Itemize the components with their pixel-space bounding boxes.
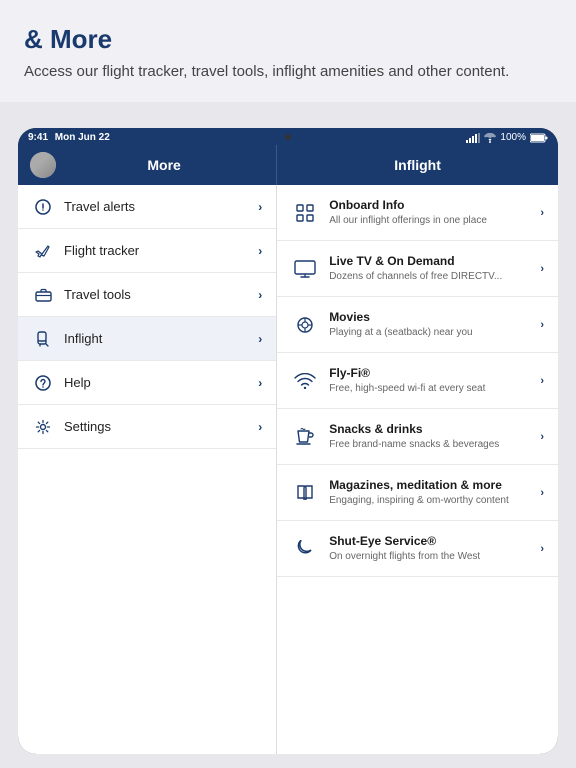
inflight-title-live-tv: Live TV & On Demand xyxy=(329,254,534,270)
right-header: Inflight xyxy=(277,145,558,185)
plane-icon xyxy=(32,240,54,262)
inflight-text-magazines: Magazines, meditation & more Engaging, i… xyxy=(329,478,534,508)
top-area: & More Access our flight tracker, travel… xyxy=(0,0,576,102)
chevron-right-icon: › xyxy=(258,244,262,258)
sidebar-label-travel-tools: Travel tools xyxy=(64,287,258,302)
sidebar-item-help[interactable]: Help › xyxy=(18,361,276,405)
inflight-title-movies: Movies xyxy=(329,310,534,326)
inflight-text-movies: Movies Playing at a (seatback) near you xyxy=(329,310,534,340)
left-header: More xyxy=(18,145,277,185)
chevron-right-icon: › xyxy=(258,376,262,390)
grid-icon xyxy=(291,199,319,227)
right-panel: Onboard Info All our inflight offerings … xyxy=(277,185,558,754)
right-nav-title: Inflight xyxy=(394,157,441,173)
chevron-right-icon: › xyxy=(540,487,544,499)
page-title: & More xyxy=(24,24,552,55)
wifi-icon xyxy=(291,367,319,395)
chevron-right-icon: › xyxy=(540,263,544,275)
content-area: Travel alerts › Flight tracker › xyxy=(18,185,558,754)
inflight-text-shut-eye: Shut-Eye Service® On overnight flights f… xyxy=(329,534,534,564)
inflight-item-onboard-info[interactable]: Onboard Info All our inflight offerings … xyxy=(277,185,558,241)
seat-icon xyxy=(32,328,54,350)
tv-icon xyxy=(291,255,319,283)
chevron-right-icon: › xyxy=(258,200,262,214)
chevron-right-icon: › xyxy=(258,420,262,434)
sidebar-label-travel-alerts: Travel alerts xyxy=(64,199,258,214)
inflight-text-onboard: Onboard Info All our inflight offerings … xyxy=(329,198,534,228)
inflight-subtitle-live-tv: Dozens of channels of free DIRECTV... xyxy=(329,270,534,283)
inflight-subtitle-fly-fi: Free, high-speed wi-fi at every seat xyxy=(329,382,534,395)
avatar xyxy=(30,152,56,178)
inflight-item-magazines[interactable]: Magazines, meditation & more Engaging, i… xyxy=(277,465,558,521)
sidebar-label-inflight: Inflight xyxy=(64,331,258,346)
sidebar-item-inflight[interactable]: Inflight › xyxy=(18,317,276,361)
inflight-text-snacks: Snacks & drinks Free brand-name snacks &… xyxy=(329,422,534,452)
inflight-item-fly-fi[interactable]: Fly-Fi® Free, high-speed wi-fi at every … xyxy=(277,353,558,409)
inflight-title-fly-fi: Fly-Fi® xyxy=(329,366,534,382)
chevron-right-icon: › xyxy=(258,288,262,302)
camera-notch xyxy=(285,134,291,140)
inflight-title-magazines: Magazines, meditation & more xyxy=(329,478,534,494)
inflight-subtitle-movies: Playing at a (seatback) near you xyxy=(329,326,534,339)
battery-icon xyxy=(530,133,548,143)
chevron-right-icon: › xyxy=(540,375,544,387)
sidebar-item-flight-tracker[interactable]: Flight tracker › xyxy=(18,229,276,273)
briefcase-icon xyxy=(32,284,54,306)
gear-icon xyxy=(32,416,54,438)
help-circle-icon xyxy=(32,372,54,394)
alert-circle-icon xyxy=(32,196,54,218)
page-subtitle: Access our flight tracker, travel tools,… xyxy=(24,61,552,82)
wifi-status-icon xyxy=(484,133,496,143)
left-panel: Travel alerts › Flight tracker › xyxy=(18,185,277,754)
sidebar-label-help: Help xyxy=(64,375,258,390)
left-nav-title: More xyxy=(64,157,264,173)
inflight-item-shut-eye[interactable]: Shut-Eye Service® On overnight flights f… xyxy=(277,521,558,577)
inflight-title-snacks: Snacks & drinks xyxy=(329,422,534,438)
coffee-icon xyxy=(291,423,319,451)
tablet-frame: 9:41 Mon Jun 22 100% xyxy=(18,128,558,754)
chevron-right-icon: › xyxy=(540,431,544,443)
sidebar-label-settings: Settings xyxy=(64,419,258,434)
status-time-date: 9:41 Mon Jun 22 xyxy=(28,132,110,143)
sidebar-item-settings[interactable]: Settings › xyxy=(18,405,276,449)
chevron-right-icon: › xyxy=(540,543,544,555)
inflight-subtitle-snacks: Free brand-name snacks & beverages xyxy=(329,438,534,451)
inflight-title-onboard: Onboard Info xyxy=(329,198,534,214)
inflight-subtitle-shut-eye: On overnight flights from the West xyxy=(329,550,534,563)
inflight-subtitle-onboard: All our inflight offerings in one place xyxy=(329,214,534,227)
film-icon xyxy=(291,311,319,339)
sidebar-label-flight-tracker: Flight tracker xyxy=(64,243,258,258)
inflight-item-snacks[interactable]: Snacks & drinks Free brand-name snacks &… xyxy=(277,409,558,465)
inflight-text-fly-fi: Fly-Fi® Free, high-speed wi-fi at every … xyxy=(329,366,534,396)
book-icon xyxy=(291,479,319,507)
chevron-right-icon: › xyxy=(540,207,544,219)
inflight-item-live-tv[interactable]: Live TV & On Demand Dozens of channels o… xyxy=(277,241,558,297)
signal-icon xyxy=(466,133,480,143)
nav-headers: More Inflight xyxy=(18,145,558,185)
status-indicators: 100% xyxy=(466,132,548,143)
sidebar-item-travel-tools[interactable]: Travel tools › xyxy=(18,273,276,317)
chevron-right-icon: › xyxy=(258,332,262,346)
inflight-subtitle-magazines: Engaging, inspiring & om-worthy content xyxy=(329,494,534,507)
inflight-text-live-tv: Live TV & On Demand Dozens of channels o… xyxy=(329,254,534,284)
inflight-item-movies[interactable]: Movies Playing at a (seatback) near you … xyxy=(277,297,558,353)
sidebar-item-travel-alerts[interactable]: Travel alerts › xyxy=(18,185,276,229)
inflight-title-shut-eye: Shut-Eye Service® xyxy=(329,534,534,550)
moon-icon xyxy=(291,535,319,563)
chevron-right-icon: › xyxy=(540,319,544,331)
